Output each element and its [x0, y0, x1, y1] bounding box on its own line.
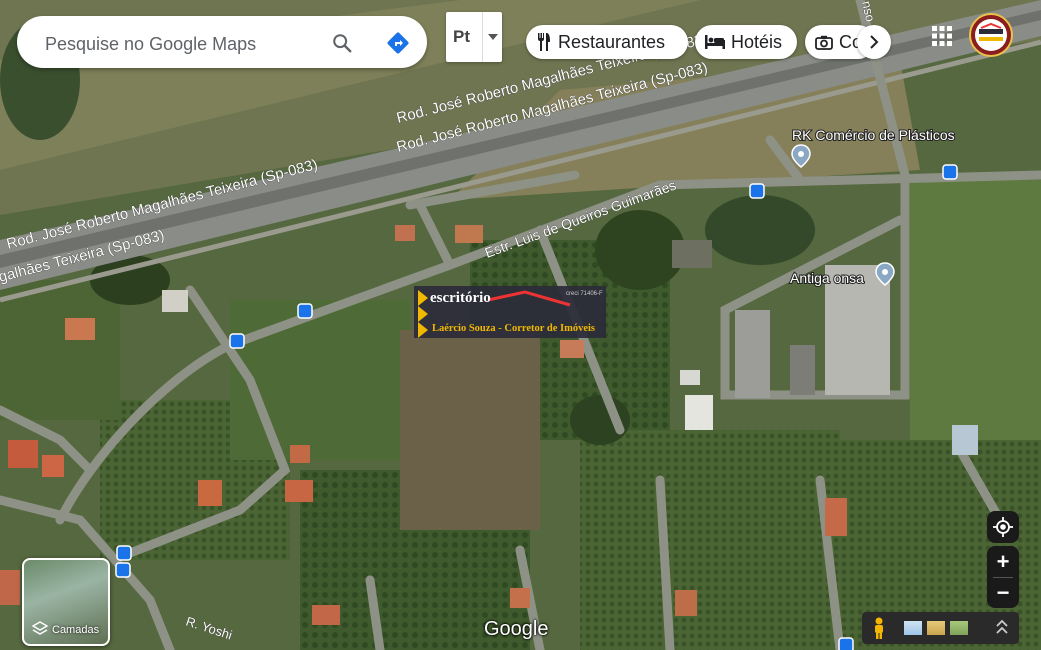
google-logo: Google [484, 618, 549, 640]
zoom-in-button[interactable]: + [987, 546, 1019, 577]
chevron-right-icon [870, 35, 879, 49]
street-view-bar [862, 612, 1019, 644]
caret-down-icon [488, 34, 498, 40]
imagery-thumb-1[interactable] [904, 621, 922, 635]
input-tools-button[interactable]: Pt [446, 12, 502, 62]
zoom-out-button[interactable]: − [987, 577, 1019, 608]
crosshair-icon [993, 517, 1013, 537]
chips-next-button[interactable] [857, 25, 891, 59]
fork-knife-icon [538, 33, 550, 51]
search-box [17, 16, 427, 68]
bus-stop-icon[interactable] [942, 164, 958, 180]
bus-stop-icon[interactable] [115, 562, 131, 578]
watermark-line1: escritório [430, 290, 491, 306]
my-location-button[interactable] [987, 511, 1019, 543]
place-label-antiga[interactable]: Antiga onsa [789, 269, 865, 287]
layers-icon [32, 621, 48, 635]
account-avatar[interactable] [969, 13, 1013, 57]
chip-hotels[interactable]: Hotéis [695, 25, 797, 59]
watermark-logo: escritório Laércio Souza - Corretor de I… [414, 286, 606, 338]
directions-button[interactable] [383, 28, 413, 58]
chip-restaurants[interactable]: Restaurantes [526, 25, 688, 59]
layers-label: Camadas [52, 624, 100, 636]
input-tools-dropdown[interactable] [482, 12, 503, 62]
bed-icon [705, 35, 725, 49]
chevron-up-icon[interactable] [996, 618, 1008, 638]
place-label-rk[interactable]: RK Comércio de Plásticos [791, 126, 956, 144]
imagery-thumb-3[interactable] [950, 621, 968, 635]
zoom-control: + − [987, 546, 1019, 608]
search-button[interactable] [327, 28, 357, 58]
bus-stop-icon[interactable] [749, 183, 765, 199]
satellite-map[interactable]: Rod. José Roberto Magalhães Teixeira (Sp… [0, 0, 1041, 650]
chip-label: Hotéis [731, 31, 783, 52]
watermark-line2: Laércio Souza - Corretor de Imóveis [432, 323, 595, 334]
search-input[interactable] [43, 30, 317, 58]
camera-icon [815, 35, 833, 50]
directions-icon [387, 32, 409, 54]
watermark-creci: creci 71406-F [566, 291, 603, 297]
input-tools-label: Pt [453, 27, 470, 46]
bus-stop-icon[interactable] [229, 333, 245, 349]
apps-grid-icon[interactable] [930, 24, 954, 48]
bus-stop-icon[interactable] [838, 637, 854, 650]
chip-label: Restaurantes [558, 31, 666, 52]
search-icon [333, 34, 352, 53]
imagery-thumb-2[interactable] [927, 621, 945, 635]
layers-button[interactable]: Camadas [22, 558, 110, 646]
bus-stop-icon[interactable] [297, 303, 313, 319]
pegman-icon[interactable] [872, 617, 886, 639]
avatar-logo-image [975, 19, 1007, 51]
bus-stop-icon[interactable] [116, 545, 132, 561]
